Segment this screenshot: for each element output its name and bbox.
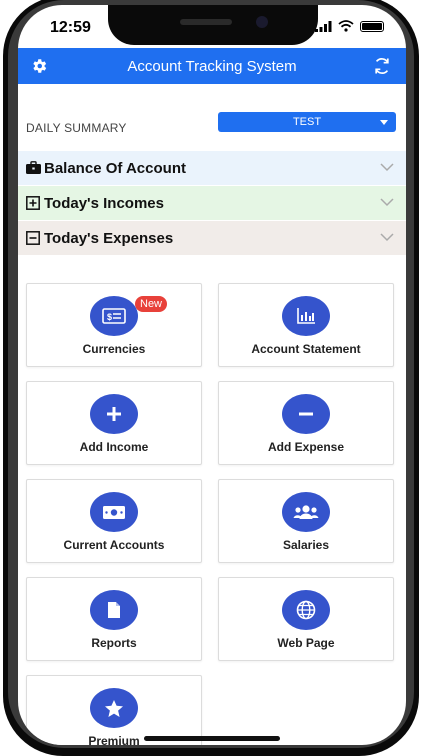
section-label: Today's Incomes [44, 195, 164, 212]
file-icon [108, 602, 120, 618]
wifi-icon [338, 20, 354, 32]
menu-label: Web Page [277, 636, 335, 650]
menu-label: Current Accounts [63, 538, 165, 552]
gear-icon[interactable] [30, 57, 48, 75]
icon-circle [90, 590, 138, 630]
menu-card-add-expense[interactable]: Add Expense [218, 381, 394, 465]
menu-card-account-statement[interactable]: Account Statement [218, 283, 394, 367]
menu-card-reports[interactable]: Reports [26, 577, 202, 661]
chevron-down-icon [380, 198, 394, 207]
icon-circle [90, 688, 138, 728]
daily-summary-label: DAILY SUMMARY [26, 121, 127, 135]
icon-circle [90, 394, 138, 434]
section-balance[interactable]: Balance Of Account [18, 151, 406, 185]
camera [256, 16, 268, 28]
minus-square-icon [26, 231, 40, 245]
menu-card-premium[interactable]: Premium [26, 675, 202, 745]
section-expense[interactable]: Today's Expenses [18, 221, 406, 255]
menu-card-current-accounts[interactable]: Current Accounts [26, 479, 202, 563]
section-label: Today's Expenses [44, 230, 174, 247]
section-income[interactable]: Today's Incomes [18, 186, 406, 220]
chevron-down-icon [380, 233, 394, 242]
users-icon [293, 505, 319, 519]
home-indicator[interactable] [144, 736, 280, 741]
svg-text:$: $ [107, 312, 112, 322]
minus-icon [299, 412, 313, 416]
status-time: 12:59 [50, 19, 91, 36]
chart-icon [297, 308, 315, 324]
menu-label: Currencies [82, 342, 146, 356]
plus-icon [107, 407, 121, 421]
signal-icon [315, 20, 332, 32]
sync-icon[interactable] [372, 56, 392, 76]
caret-down-icon [380, 120, 388, 125]
menu-label: Add Expense [267, 440, 345, 454]
menu-label: Salaries [282, 538, 330, 552]
app-title: Account Tracking System [127, 57, 297, 75]
battery-icon [360, 20, 384, 32]
menu-card-web-page[interactable]: Web Page [218, 577, 394, 661]
icon-circle [90, 492, 138, 532]
menu-label: Account Statement [251, 342, 361, 356]
notch [108, 5, 318, 45]
menu-card-currencies[interactable]: $ New Currencies [26, 283, 202, 367]
new-badge: New [135, 296, 168, 312]
icon-circle: $ [90, 296, 138, 336]
cash-icon [103, 505, 125, 519]
app-screen: 12:59 Account Tracking System DAILY SUMM… [18, 5, 406, 745]
menu-card-salaries[interactable]: Salaries [218, 479, 394, 563]
briefcase-icon [26, 161, 41, 174]
icon-circle [282, 492, 330, 532]
icon-circle [282, 296, 330, 336]
speaker [180, 19, 232, 25]
app-bar: Account Tracking System [18, 48, 406, 84]
menu-label: Reports [91, 636, 137, 650]
globe-icon [296, 600, 316, 620]
plus-square-icon [26, 196, 40, 210]
summary-dropdown[interactable]: TEST [218, 112, 396, 132]
menu-label: Add Income [79, 440, 149, 454]
icon-circle [282, 590, 330, 630]
currency-icon: $ [102, 308, 126, 324]
icon-circle [282, 394, 330, 434]
status-icons [315, 20, 384, 32]
chevron-down-icon [380, 163, 394, 172]
section-label: Balance Of Account [44, 160, 186, 177]
star-icon [105, 699, 123, 717]
menu-card-add-income[interactable]: Add Income [26, 381, 202, 465]
dropdown-value: TEST [292, 116, 322, 128]
